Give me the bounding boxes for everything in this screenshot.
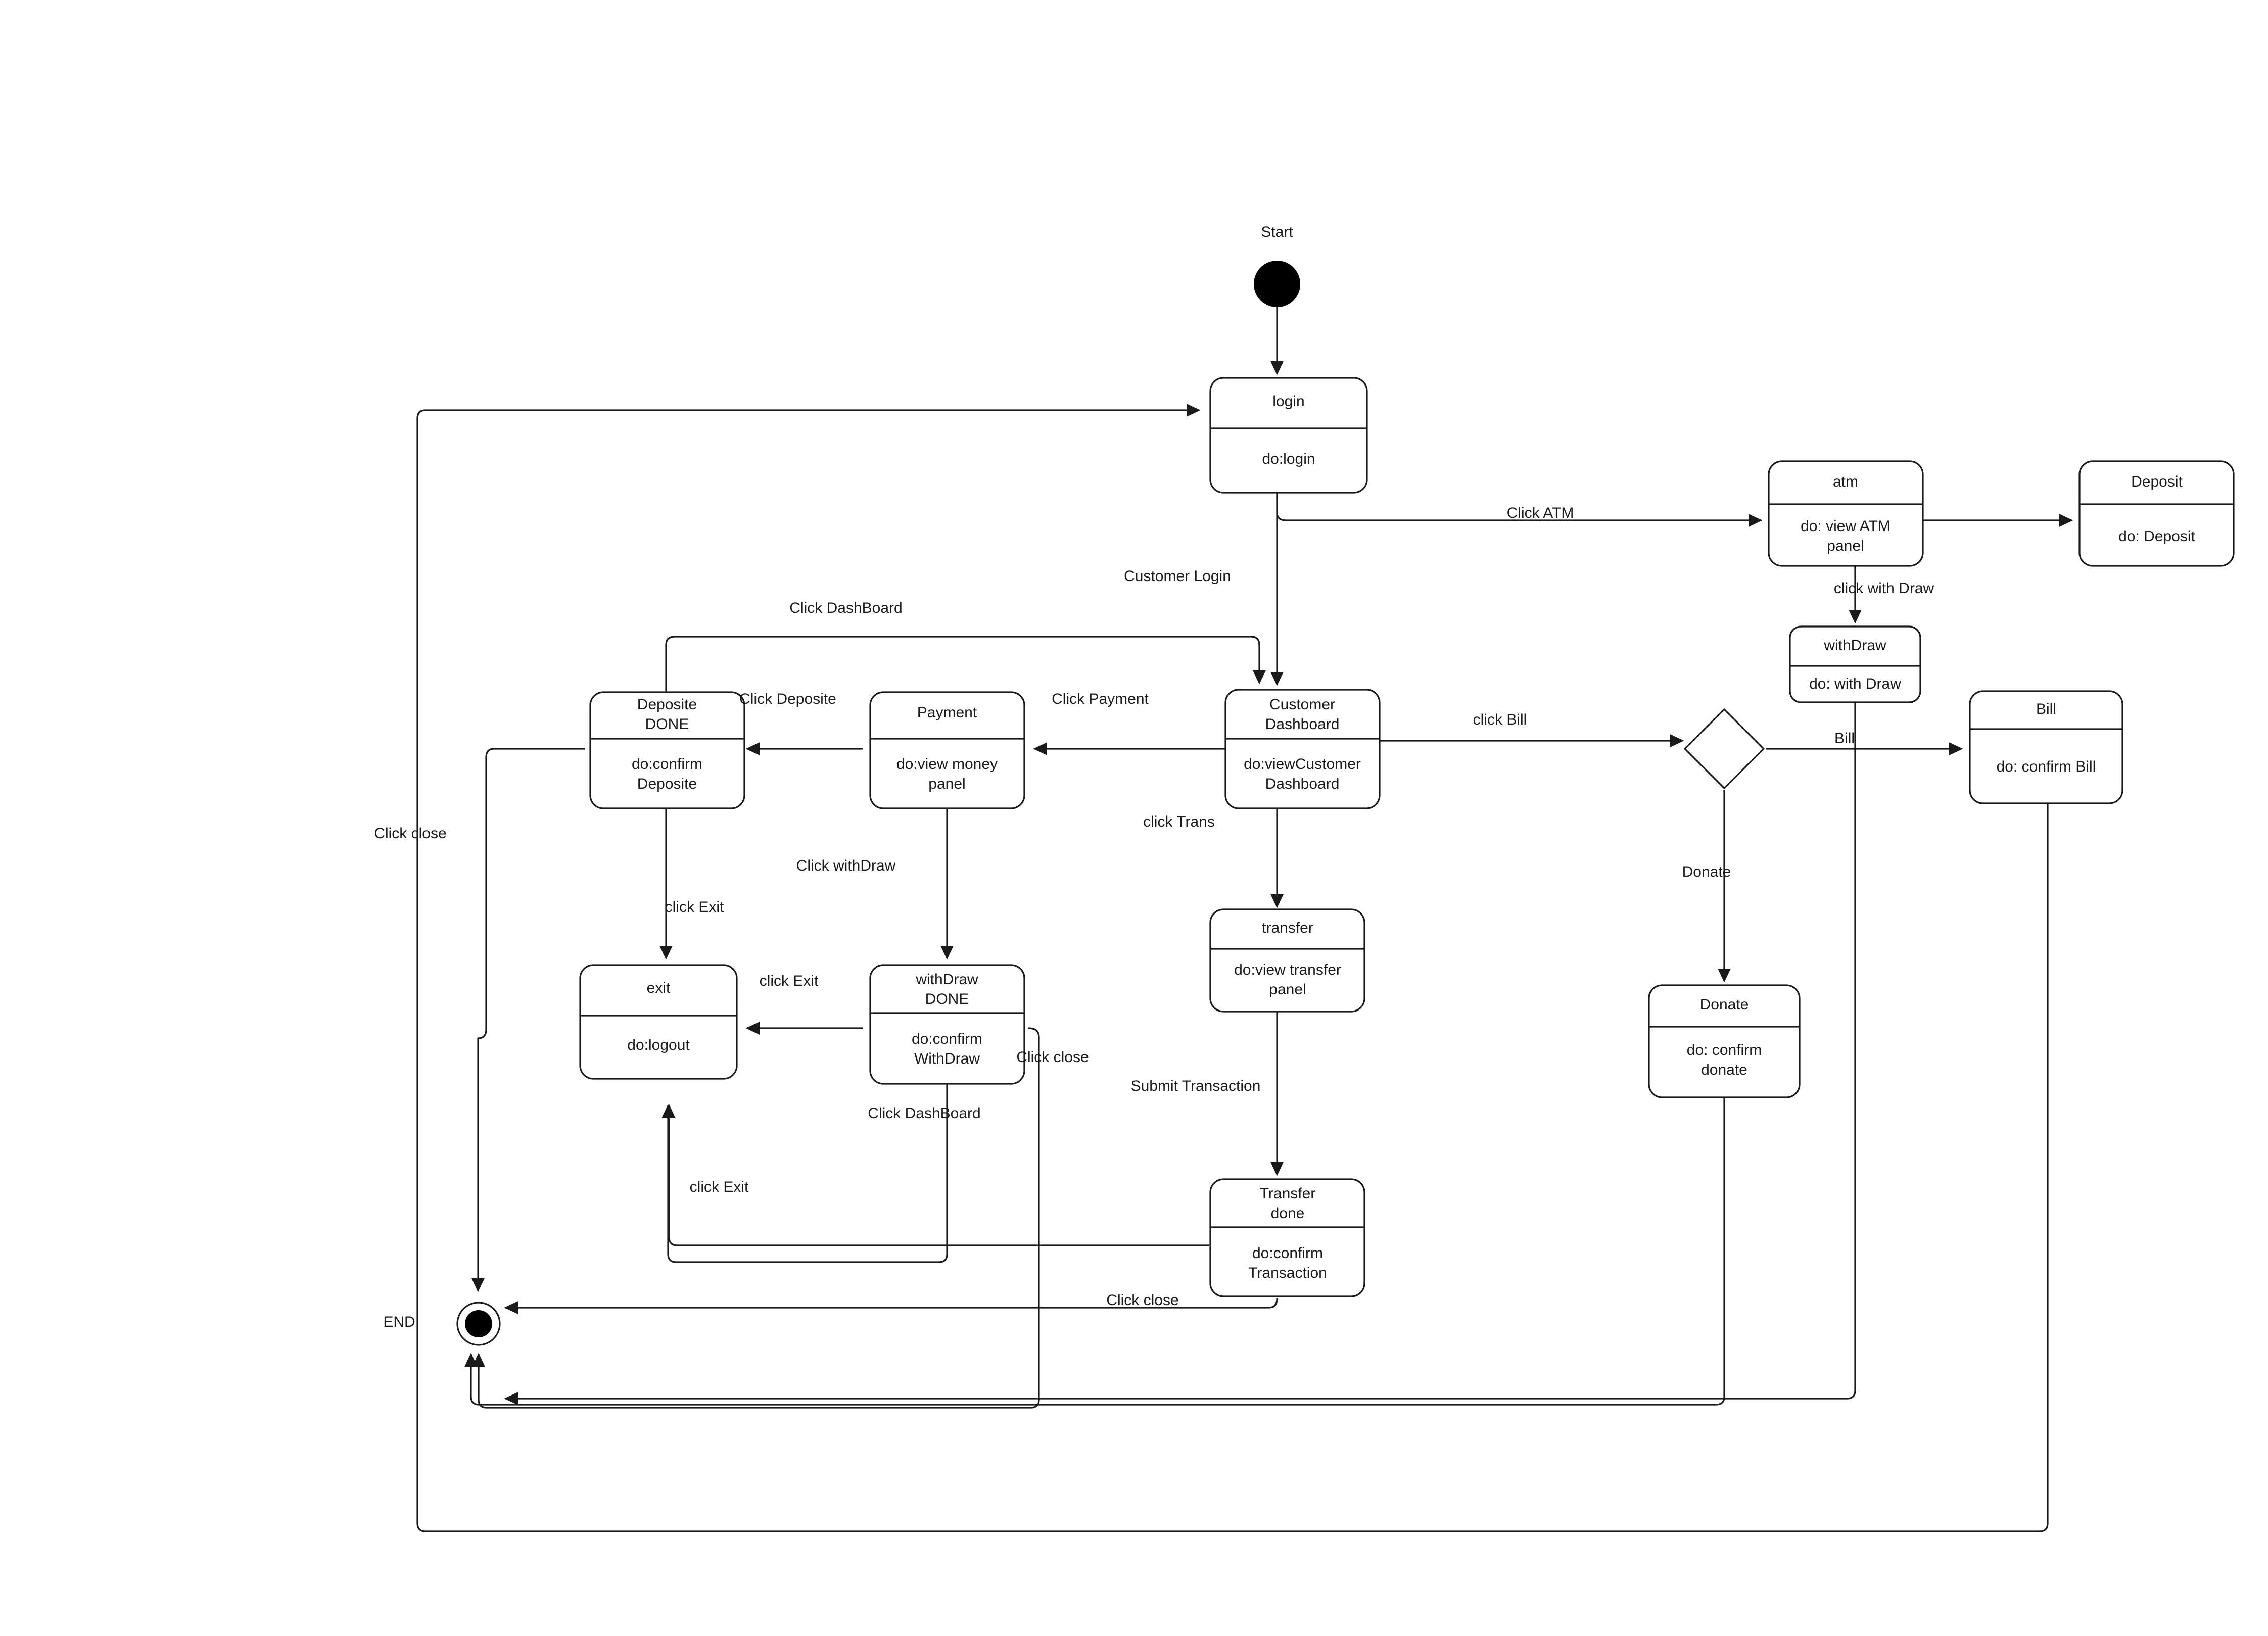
state-dashboard-do-1: do:viewCustomer <box>1244 756 1361 773</box>
edge-label-click-deposite: Click Deposite <box>739 691 836 707</box>
edge-label-customer-login: Customer Login <box>1124 568 1231 585</box>
state-transfer-do-1: do:view transfer <box>1234 961 1341 978</box>
state-bill-do: do: confirm Bill <box>1997 758 2096 775</box>
edge-label-submit-transaction: Submit Transaction <box>1131 1078 1261 1094</box>
state-transfer[interactable]: transfer do:view transfer panel <box>1209 908 1365 1013</box>
edge-deposite-done-to-dashboard <box>665 636 1266 692</box>
state-exit-do: do:logout <box>627 1037 690 1053</box>
final-state[interactable] <box>456 1302 501 1346</box>
state-donate-do-1: do: confirm <box>1687 1042 1762 1058</box>
edge-label-click-dashboard-1: Click DashBoard <box>789 600 902 616</box>
state-customer-dashboard[interactable]: Customer Dashboard do:viewCustomer Dashb… <box>1224 689 1381 809</box>
state-transfer-do-2: panel <box>1269 981 1306 998</box>
choice-pseudostate[interactable] <box>1684 708 1765 789</box>
state-deposite-done[interactable]: Deposite DONE do:confirm Deposite <box>589 691 745 809</box>
edge-label-click-exit-dep: click Exit <box>665 899 724 916</box>
edge-label-donate: Donate <box>1682 863 1731 880</box>
state-bill-name: Bill <box>2036 701 2056 717</box>
edge-label-click-trans: click Trans <box>1143 813 1215 830</box>
state-exit[interactable]: exit do:logout <box>579 964 738 1080</box>
edge-label-click-exit-tr: click Exit <box>690 1179 749 1195</box>
state-dashboard-do-2: Dashboard <box>1265 776 1340 792</box>
state-transfer-done-name-1: Transfer <box>1260 1185 1316 1202</box>
state-withdraw-name: withDraw <box>1823 637 1886 654</box>
state-deposite-done-do-1: do:confirm <box>632 756 702 773</box>
edge-label-bill: Bill <box>1834 730 1855 747</box>
state-withdraw-done-do-2: WithDraw <box>914 1050 980 1067</box>
edge-transfer-done-to-exit <box>663 1104 1209 1246</box>
edge-label-click-with-draw: click with Draw <box>1834 580 1934 597</box>
edge-label-click-close-tr: Click close <box>1106 1292 1178 1309</box>
state-login-name: login <box>1272 393 1304 410</box>
state-payment[interactable]: Payment do:view money panel <box>869 691 1025 809</box>
state-donate-name: Donate <box>1700 996 1749 1013</box>
edge-label-click-dashboard-2: Click DashBoard <box>868 1105 980 1122</box>
state-dashboard-name-1: Customer <box>1269 696 1335 713</box>
state-donate-do-2: donate <box>1701 1062 1747 1078</box>
state-atm-do-2: panel <box>1827 538 1864 554</box>
state-login-do: do:login <box>1262 451 1315 467</box>
diagram-canvas: login do:login atm do: view ATM panel De… <box>0 0 2268 1636</box>
state-machine-diagram: login do:login atm do: view ATM panel De… <box>374 224 2235 1532</box>
state-withdraw-done[interactable]: withDraw DONE do:confirm WithDraw <box>869 964 1025 1085</box>
edge-label-click-exit-wd: click Exit <box>760 973 819 989</box>
edge-label-click-close-wd: Click close <box>1016 1049 1089 1066</box>
edge-donate-to-end <box>464 1097 1725 1406</box>
start-label: Start <box>1261 224 1293 240</box>
state-withdraw-done-do-1: do:confirm <box>912 1031 982 1047</box>
state-deposite-done-name-1: Deposite <box>637 696 697 713</box>
end-label: END <box>383 1314 415 1330</box>
edge-label-click-payment: Click Payment <box>1052 691 1149 707</box>
state-withdraw[interactable]: withDraw do: with Draw <box>1789 625 1921 703</box>
edge-label-click-close-left: Click close <box>374 825 446 842</box>
state-exit-name: exit <box>647 980 671 996</box>
state-transfer-done-do-1: do:confirm <box>1252 1245 1323 1262</box>
state-payment-do-2: panel <box>928 776 965 792</box>
state-payment-name: Payment <box>917 704 977 721</box>
state-deposit-do: do: Deposit <box>2118 528 2195 545</box>
edge-label-click-bill: click Bill <box>1473 711 1527 728</box>
state-atm-name: atm <box>1833 473 1858 490</box>
state-login[interactable]: login do:login <box>1209 377 1368 494</box>
state-transfer-done[interactable]: Transfer done do:confirm Transaction <box>1209 1178 1365 1297</box>
edge-withdraw-done-to-end <box>472 1027 1040 1409</box>
state-deposit[interactable]: Deposit do: Deposit <box>2078 460 2235 567</box>
state-atm[interactable]: atm do: view ATM panel <box>1768 460 1924 567</box>
state-donate[interactable]: Donate do: confirm donate <box>1648 984 1801 1098</box>
state-transfer-done-name-2: done <box>1271 1205 1305 1222</box>
state-transfer-done-do-2: Transaction <box>1248 1265 1327 1281</box>
state-dashboard-name-2: Dashboard <box>1265 716 1340 733</box>
initial-pseudostate[interactable] <box>1254 261 1300 307</box>
state-bill[interactable]: Bill do: confirm Bill <box>1969 690 2123 804</box>
state-deposit-name: Deposit <box>2131 473 2183 490</box>
state-deposite-done-name-2: DONE <box>645 716 689 733</box>
state-withdraw-done-name-1: withDraw <box>915 971 978 988</box>
state-deposite-done-do-2: Deposite <box>637 776 697 792</box>
state-payment-do-1: do:view money <box>896 756 998 773</box>
edge-deposite-done-to-end <box>471 748 585 1292</box>
state-atm-do-1: do: view ATM <box>1801 518 1891 535</box>
state-transfer-name: transfer <box>1262 920 1313 936</box>
edge-label-click-atm: Click ATM <box>1507 505 1574 521</box>
state-withdraw-done-name-2: DONE <box>925 991 969 1007</box>
state-withdraw-do: do: with Draw <box>1809 676 1901 692</box>
edge-label-click-withdraw: Click withDraw <box>796 857 896 874</box>
